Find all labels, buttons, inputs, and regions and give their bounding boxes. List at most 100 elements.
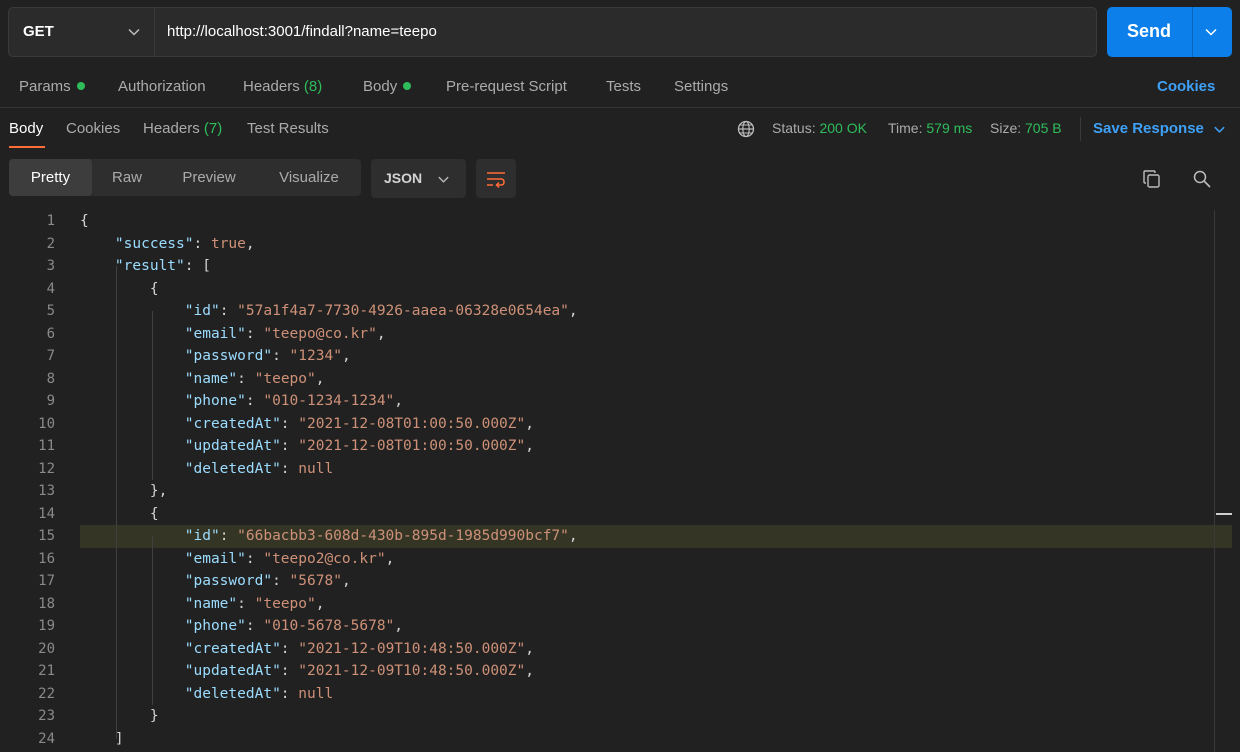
time-value: 579 ms	[926, 120, 973, 136]
view-visualize-button[interactable]: Visualize	[259, 159, 359, 196]
line-number: 1	[46, 213, 55, 229]
code-text: "phone": "010-1234-1234",	[80, 390, 403, 413]
code-text: "id": "57a1f4a7-7730-4926-aaea-06328e065…	[80, 300, 578, 323]
search-icon[interactable]	[1192, 169, 1212, 189]
tab-authorization[interactable]: Authorization	[118, 78, 206, 95]
code-text: "password": "5678",	[80, 570, 351, 593]
json-token: ,	[315, 370, 325, 387]
indent-guide	[152, 536, 153, 705]
view-preview-button[interactable]: Preview	[164, 159, 254, 196]
view-raw-button[interactable]: Raw	[92, 159, 162, 196]
tab-settings[interactable]: Settings	[674, 78, 728, 95]
json-string: "teepo"	[254, 595, 316, 612]
copy-icon[interactable]	[1142, 169, 1162, 189]
json-token: :	[245, 550, 264, 567]
tab-body[interactable]: Body	[363, 78, 412, 95]
method-select[interactable]: GET	[9, 8, 155, 56]
code-line: 23 }	[0, 705, 1232, 728]
json-token: ,	[525, 438, 534, 454]
json-key: "password"	[184, 573, 273, 589]
tab-tests-label: Tests	[606, 78, 642, 95]
view-pretty-button[interactable]: Pretty	[9, 159, 92, 196]
json-token: :	[193, 235, 211, 252]
tab-response-cookies[interactable]: Cookies	[66, 120, 120, 137]
json-token: :	[245, 618, 264, 634]
json-token: :	[219, 528, 238, 544]
scrollbar-track[interactable]	[1214, 210, 1215, 752]
json-string: "teepo@co.kr"	[263, 325, 377, 342]
send-label: Send	[1127, 21, 1172, 41]
tab-response-headers[interactable]: Headers (7)	[143, 120, 222, 137]
globe-icon[interactable]	[737, 120, 755, 138]
url-input[interactable]: http://localhost:3001/findall?name=teepo	[167, 23, 437, 40]
line-number: 16	[38, 550, 55, 567]
tab-params[interactable]: Params	[19, 78, 85, 95]
cookies-link[interactable]: Cookies	[1157, 78, 1215, 95]
code-text: "id": "66bacbb3-608d-430b-895d-1985d990b…	[80, 525, 578, 548]
chevron-down-icon	[128, 28, 140, 36]
tab-headers[interactable]: Headers (8)	[243, 78, 322, 95]
code-text: "result": [	[80, 255, 211, 278]
json-key: "name"	[184, 595, 238, 612]
tab-response-body-label: Body	[9, 120, 44, 137]
code-text: {	[80, 278, 159, 301]
chevron-down-icon[interactable]	[1204, 25, 1218, 39]
json-token: {	[149, 280, 159, 297]
code-text: "updatedAt": "2021-12-08T01:00:50.000Z",	[80, 435, 534, 458]
code-text: {	[80, 210, 89, 233]
tab-authorization-label: Authorization	[118, 78, 206, 95]
tab-prerequest-label: Pre-request Script	[446, 78, 567, 95]
tab-test-results[interactable]: Test Results	[247, 120, 329, 137]
format-label: JSON	[384, 170, 423, 186]
json-string: "010-5678-5678"	[263, 618, 395, 634]
response-body-editor[interactable]: 1{2 "success": true, 3 "result": [4 {5 "i…	[0, 210, 1240, 752]
tab-settings-label: Settings	[674, 78, 729, 95]
json-token: :	[245, 325, 264, 342]
line-number: 8	[46, 370, 55, 387]
size-readout: Size: 705 B	[990, 120, 1062, 136]
wrap-lines-button[interactable]	[476, 159, 516, 198]
code-line: 20 "createdAt": "2021-12-09T10:48:50.000…	[0, 638, 1232, 661]
json-key: "updatedAt"	[184, 663, 281, 679]
save-response-button[interactable]: Save Response	[1093, 120, 1204, 137]
line-number: 12	[38, 460, 55, 477]
code-text: "deletedAt": null	[80, 683, 333, 706]
line-number: 9	[46, 393, 55, 409]
json-token: ,	[394, 618, 404, 634]
json-token: :	[280, 685, 299, 702]
json-token: ,	[525, 640, 534, 657]
code-text: "createdAt": "2021-12-08T01:00:50.000Z",	[80, 413, 534, 436]
tab-response-body[interactable]: Body	[9, 120, 43, 137]
json-string: "2021-12-08T01:00:50.000Z"	[298, 415, 526, 432]
url-bar: GET http://localhost:3001/findall?name=t…	[8, 7, 1097, 57]
line-number: 11	[38, 438, 55, 454]
tab-tests[interactable]: Tests	[606, 78, 641, 95]
size-label: Size:	[990, 120, 1022, 136]
code-line: 3 "result": [	[0, 255, 1232, 278]
line-number: 3	[46, 258, 55, 274]
divider	[0, 107, 1240, 108]
chevron-down-icon[interactable]	[1213, 123, 1226, 136]
tab-headers-label: Headers	[243, 78, 300, 95]
send-button[interactable]: Send	[1107, 7, 1232, 57]
tab-prerequest-script[interactable]: Pre-request Script	[446, 78, 567, 95]
json-token: },	[149, 483, 168, 499]
json-key: "updatedAt"	[184, 438, 281, 454]
code-line: 19 "phone": "010-5678-5678",	[0, 615, 1232, 638]
active-dot-icon	[76, 82, 85, 91]
json-string: "1234"	[289, 348, 342, 364]
format-select[interactable]: JSON	[371, 159, 466, 198]
tab-params-label: Params	[19, 78, 71, 95]
